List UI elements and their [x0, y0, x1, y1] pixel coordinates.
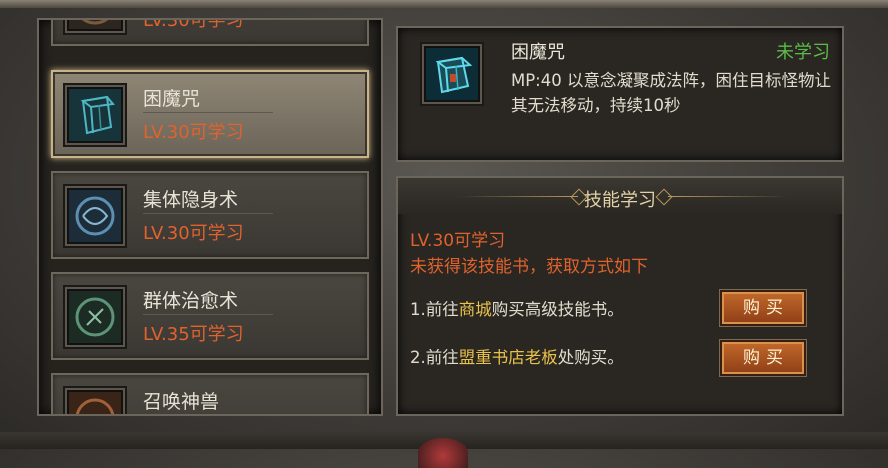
skill-level: LV.30可学习 [143, 122, 244, 143]
buy-button-bookstore[interactable]: 购买 [720, 340, 806, 376]
skill-detail-panel: 困魔咒 未学习 MP:40 以意念凝聚成法阵，困住目标怪物让其无法移动，持续10… [396, 26, 844, 162]
way-prefix: 2.前往 [410, 348, 459, 367]
acquire-way-1: 1.前往商城购买高级技能书。 [410, 296, 624, 320]
header-ornament-line [668, 196, 788, 197]
detail-skill-name: 困魔咒 [511, 42, 565, 63]
acquire-way-2: 2.前往盟重书店老板处购买。 [410, 344, 624, 368]
skill-name: 群体治愈术 [143, 290, 239, 312]
divider [143, 213, 273, 214]
way-place: 盟重书店老板 [458, 348, 558, 367]
partial-skill-icon [63, 20, 127, 35]
divider [143, 314, 273, 315]
skill-description: MP:40 以意念凝聚成法阵，困住目标怪物让其无法移动，持续10秒 [511, 71, 831, 115]
skill-list-item-summon-beast[interactable]: 召唤神兽 [51, 373, 369, 414]
skill-list-panel[interactable]: LV.30可学习 困魔咒 LV.30可学习 集体隐身术 LV.30可学习 群体治… [37, 18, 383, 416]
level-requirement: LV.30可学习 [410, 231, 506, 251]
skill-list-item-group-invisibility[interactable]: 集体隐身术 LV.30可学习 [51, 171, 369, 259]
skill-name: 困魔咒 [143, 88, 201, 110]
way-suffix: 购买高级技能书。 [491, 300, 624, 319]
buy-button-shop[interactable]: 购买 [720, 290, 806, 326]
skill-name: 集体隐身术 [143, 189, 239, 211]
divider [143, 112, 273, 113]
cage-spell-icon [63, 83, 127, 147]
skill-name: 召唤神兽 [143, 391, 220, 413]
learn-panel-title: 技能学习 [584, 190, 656, 211]
invisibility-spell-icon [63, 184, 127, 248]
skill-level: LV.35可学习 [143, 324, 244, 345]
skill-level: LV.30可学习 [143, 223, 244, 244]
skillbook-notice: 未获得该技能书，获取方式如下 [410, 257, 648, 277]
skill-level: LV.30可学习 [143, 18, 244, 31]
skill-learn-panel: 技能学习 LV.30可学习 未获得该技能书，获取方式如下 1.前往商城购买高级技… [396, 176, 844, 416]
window-top-frame [0, 0, 888, 8]
bottom-gem-ornament [418, 438, 468, 468]
cage-spell-icon [420, 42, 484, 106]
summon-beast-icon [63, 386, 127, 414]
skill-list-item[interactable]: LV.30可学习 [51, 18, 369, 46]
skill-list-item-group-heal[interactable]: 群体治愈术 LV.35可学习 [51, 272, 369, 360]
learn-status-badge: 未学习 [776, 42, 830, 63]
way-suffix: 处购买。 [557, 348, 624, 367]
learn-panel-header: 技能学习 [398, 178, 842, 214]
group-heal-icon [63, 285, 127, 349]
skill-list-item-cage-spell[interactable]: 困魔咒 LV.30可学习 [51, 70, 369, 158]
way-prefix: 1.前往 [410, 300, 459, 319]
way-place: 商城 [458, 300, 492, 319]
